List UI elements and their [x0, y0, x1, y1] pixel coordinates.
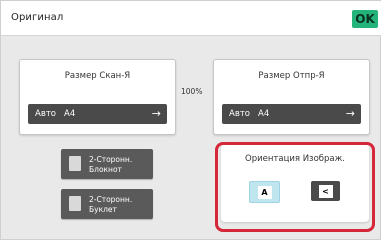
scan-size-paper: A4 [64, 109, 76, 119]
highlight-outline [215, 142, 375, 232]
scan-size-panel: Размер Скан-Я Авто A4 → [19, 59, 176, 135]
book-icon [69, 156, 81, 171]
original-settings-screen: Оригинал OK Размер Скан-Я Авто A4 → 100%… [0, 0, 381, 240]
duplex-book-line1: 2-Сторонн. [89, 155, 133, 164]
send-size-selector[interactable]: Авто A4 → [222, 104, 361, 124]
send-size-paper: A4 [258, 109, 270, 119]
send-size-mode: Авто [229, 109, 250, 119]
scan-size-mode: Авто [35, 109, 56, 119]
duplex-booklet-button[interactable]: 2-Сторонн. Буклет [61, 189, 153, 219]
scan-size-label: Размер Скан-Я [64, 71, 131, 81]
ok-button[interactable]: OK [352, 10, 378, 28]
duplex-booklet-line2: Буклет [89, 205, 117, 214]
send-size-panel: Размер Отпр-Я Авто A4 → [213, 59, 370, 135]
page-title: Оригинал [11, 12, 64, 23]
arrow-right-icon: → [345, 107, 355, 120]
ratio-value: 100% [181, 87, 203, 96]
scan-size-selector[interactable]: Авто A4 → [28, 104, 167, 124]
duplex-book-line2: Блокнот [89, 165, 122, 174]
arrow-right-icon: → [151, 107, 161, 120]
duplex-book-button[interactable]: 2-Сторонн. Блокнот [61, 149, 153, 179]
duplex-booklet-line1: 2-Сторонн. [89, 195, 133, 204]
send-size-label: Размер Отпр-Я [258, 71, 325, 81]
booklet-icon [69, 196, 81, 211]
header-bar: Оригинал OK [1, 1, 381, 36]
